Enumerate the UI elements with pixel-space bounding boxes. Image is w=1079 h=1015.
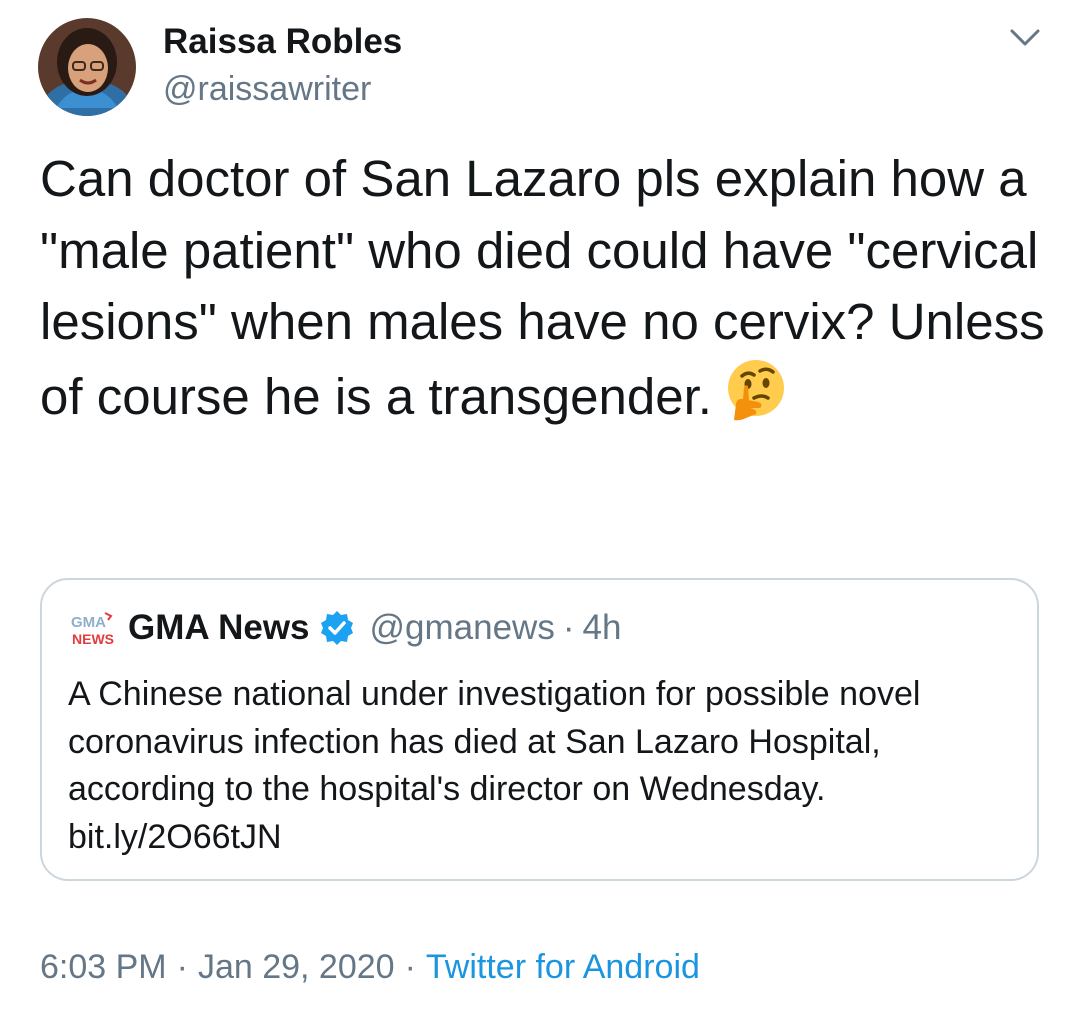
chevron-down-icon[interactable] <box>1008 26 1042 50</box>
quoted-author-handle: @gmanews <box>369 608 555 647</box>
separator-dot: · <box>176 948 188 986</box>
tweet-text: Can doctor of San Lazaro pls explain how… <box>40 143 1050 432</box>
author-handle[interactable]: @raissawriter <box>163 70 371 109</box>
verified-badge-icon <box>318 609 356 647</box>
quoted-tweet-text: A Chinese national under investigation f… <box>68 675 921 856</box>
quoted-tweet-header: GMA News @gmanews · 4h <box>128 608 621 648</box>
quoted-tweet-time: 4h <box>582 608 622 647</box>
svg-text:GMA: GMA <box>71 614 106 631</box>
quoted-tweet-card[interactable]: GMA NEWS GMA News @gmanews · 4h A Chines… <box>40 578 1039 881</box>
avatar-photo <box>38 18 136 116</box>
gma-news-logo: GMA NEWS <box>69 610 115 650</box>
author-name[interactable]: Raissa Robles <box>163 22 402 62</box>
tweet-time[interactable]: 6:03 PM <box>40 948 167 986</box>
tweet-meta: 6:03 PM · Jan 29, 2020 · Twitter for Android <box>40 948 700 987</box>
thinking-face-icon <box>724 358 788 422</box>
tweet-date[interactable]: Jan 29, 2020 <box>198 948 395 986</box>
quoted-author-name: GMA News <box>128 608 310 647</box>
tweet-source-link[interactable]: Twitter for Android <box>426 948 700 986</box>
separator-dot: · <box>562 608 575 647</box>
svg-text:NEWS: NEWS <box>72 631 114 647</box>
separator-dot: · <box>404 948 416 986</box>
tweet-body: Can doctor of San Lazaro pls explain how… <box>40 150 1045 425</box>
avatar[interactable] <box>38 18 136 116</box>
